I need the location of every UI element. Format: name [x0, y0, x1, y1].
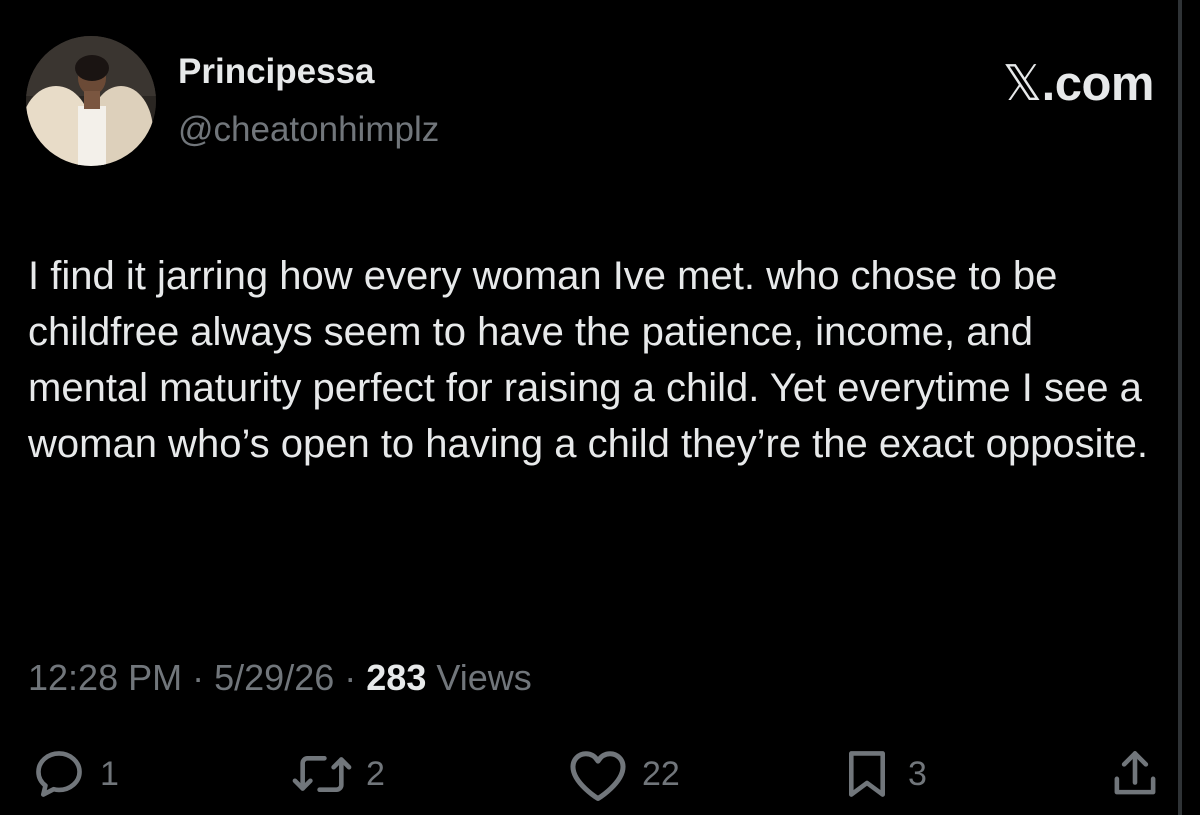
brand-suffix: .com — [1041, 57, 1155, 111]
user-handle[interactable]: @cheatonhimplz — [178, 110, 439, 150]
tweet-meta: 12:28 PM · 5/29/26 · 283 Views — [28, 658, 532, 698]
reply-button[interactable]: 1 — [30, 742, 119, 806]
tweet-card: Principessa @cheatonhimplz 𝕏.com I find … — [0, 0, 1200, 815]
tweet-time[interactable]: 12:28 PM — [28, 657, 182, 698]
share-icon — [1114, 751, 1156, 795]
x-logo-icon: 𝕏 — [1002, 55, 1042, 112]
action-bar: 1 2 22 3 — [0, 742, 1200, 806]
like-button[interactable]: 22 — [566, 742, 680, 806]
heart-icon — [570, 751, 626, 802]
scrollbar[interactable] — [1178, 0, 1182, 815]
avatar[interactable] — [26, 36, 156, 166]
display-name[interactable]: Principessa — [178, 52, 375, 92]
repost-icon — [292, 755, 352, 793]
views-label: Views — [436, 657, 532, 698]
repost-count: 2 — [366, 755, 385, 793]
repost-button[interactable]: 2 — [290, 742, 385, 806]
like-count: 22 — [642, 755, 680, 793]
share-button[interactable] — [1106, 742, 1164, 806]
bookmark-count: 3 — [908, 755, 927, 793]
reply-count: 1 — [100, 755, 119, 793]
tweet-text: I find it jarring how every woman Ive me… — [28, 254, 1148, 466]
bookmark-button[interactable]: 3 — [838, 742, 927, 806]
bookmark-icon — [848, 751, 886, 797]
reply-icon — [36, 751, 82, 797]
avatar-photo-icon — [26, 36, 156, 166]
meta-separator: · — [344, 657, 357, 698]
brand-logo: 𝕏.com — [1002, 55, 1155, 112]
views-count: 283 — [366, 657, 427, 698]
tweet-date[interactable]: 5/29/26 — [214, 657, 334, 698]
meta-separator: · — [192, 657, 205, 698]
